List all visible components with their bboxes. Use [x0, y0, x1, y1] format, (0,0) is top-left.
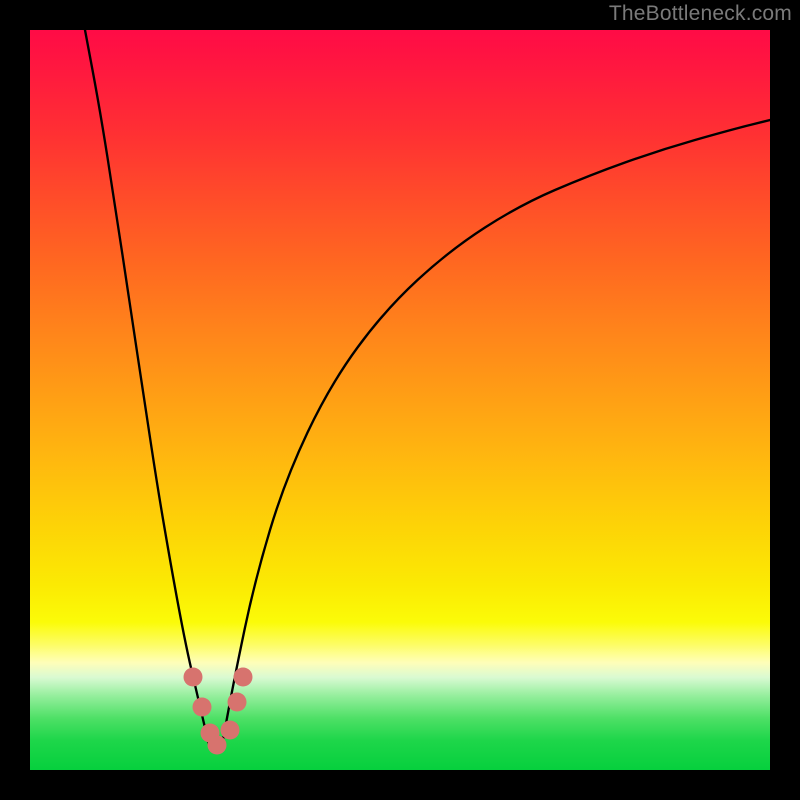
highlight-dot [193, 698, 212, 717]
curve-right [222, 120, 770, 745]
plot-area [30, 30, 770, 770]
highlight-dot [208, 736, 227, 755]
curve-left [85, 30, 209, 745]
chart-frame: TheBottleneck.com [0, 0, 800, 800]
highlight-dot [221, 721, 240, 740]
highlight-dot [184, 668, 203, 687]
highlight-dot [228, 693, 247, 712]
bottleneck-curve [30, 30, 770, 770]
highlight-dots [184, 668, 253, 755]
highlight-dot [234, 668, 253, 687]
watermark-text: TheBottleneck.com [609, 2, 792, 26]
